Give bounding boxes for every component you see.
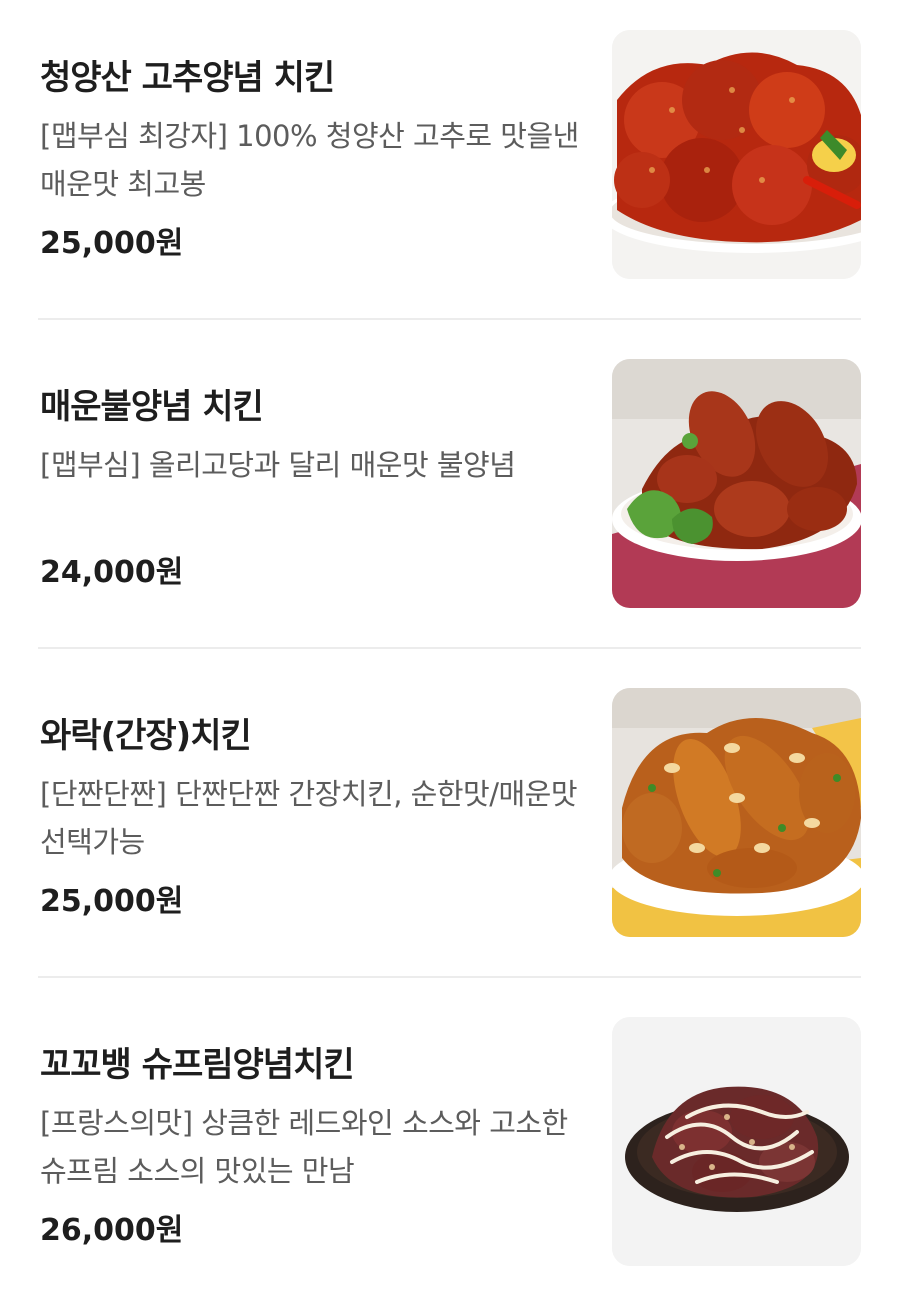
spicy-chicken-photo-icon [612, 30, 861, 279]
menu-item-image[interactable] [612, 688, 861, 937]
menu-item-image[interactable] [612, 1017, 861, 1266]
soy-chicken-photo-icon [612, 688, 861, 937]
menu-item-price: 24,000원 [40, 555, 184, 590]
divider [38, 318, 861, 320]
menu-item[interactable]: 청양산 고추양념 치킨 [맵부심 최강자] 100% 청양산 고추로 맛을낸 매… [0, 28, 900, 318]
menu-item-name: 꼬꼬뱅 슈프림양념치킨 [40, 1045, 355, 1085]
divider [38, 647, 861, 649]
menu-item-price: 25,000원 [40, 226, 184, 261]
menu-item-description: [맵부심] 올리고당과 달리 매운맛 불양념 [40, 448, 516, 482]
supreme-chicken-photo-icon [612, 1017, 861, 1266]
menu-item-name: 청양산 고추양념 치킨 [40, 58, 335, 98]
menu-item-description: [단짠단짠] 단짠단짠 간장치킨, 순한맛/매운맛 선택가능 [40, 777, 578, 859]
fire-chicken-photo-icon [612, 359, 861, 608]
menu-list: 청양산 고추양념 치킨 [맵부심 최강자] 100% 청양산 고추로 맛을낸 매… [0, 0, 900, 1302]
menu-item-description: [프랑스의맛] 상큼한 레드와인 소스와 고소한 슈프림 소스의 맛있는 만남 [40, 1106, 568, 1188]
menu-item[interactable]: 와락(간장)치킨 [단짠단짠] 단짠단짠 간장치킨, 순한맛/매운맛 선택가능 … [0, 686, 900, 976]
menu-item-image[interactable] [612, 359, 861, 608]
menu-item-image[interactable] [612, 30, 861, 279]
menu-item[interactable]: 꼬꼬뱅 슈프림양념치킨 [프랑스의맛] 상큼한 레드와인 소스와 고소한 슈프림… [0, 1015, 900, 1305]
menu-item-price: 26,000원 [40, 1213, 184, 1248]
menu-item-price: 25,000원 [40, 884, 184, 919]
menu-item[interactable]: 매운불양념 치킨 [맵부심] 올리고당과 달리 매운맛 불양념 24,000원 [0, 357, 900, 647]
menu-item-description: [맵부심 최강자] 100% 청양산 고추로 맛을낸 매운맛 최고봉 [40, 119, 579, 201]
divider [38, 976, 861, 978]
menu-item-name: 와락(간장)치킨 [40, 716, 252, 756]
menu-item-name: 매운불양념 치킨 [40, 387, 264, 427]
